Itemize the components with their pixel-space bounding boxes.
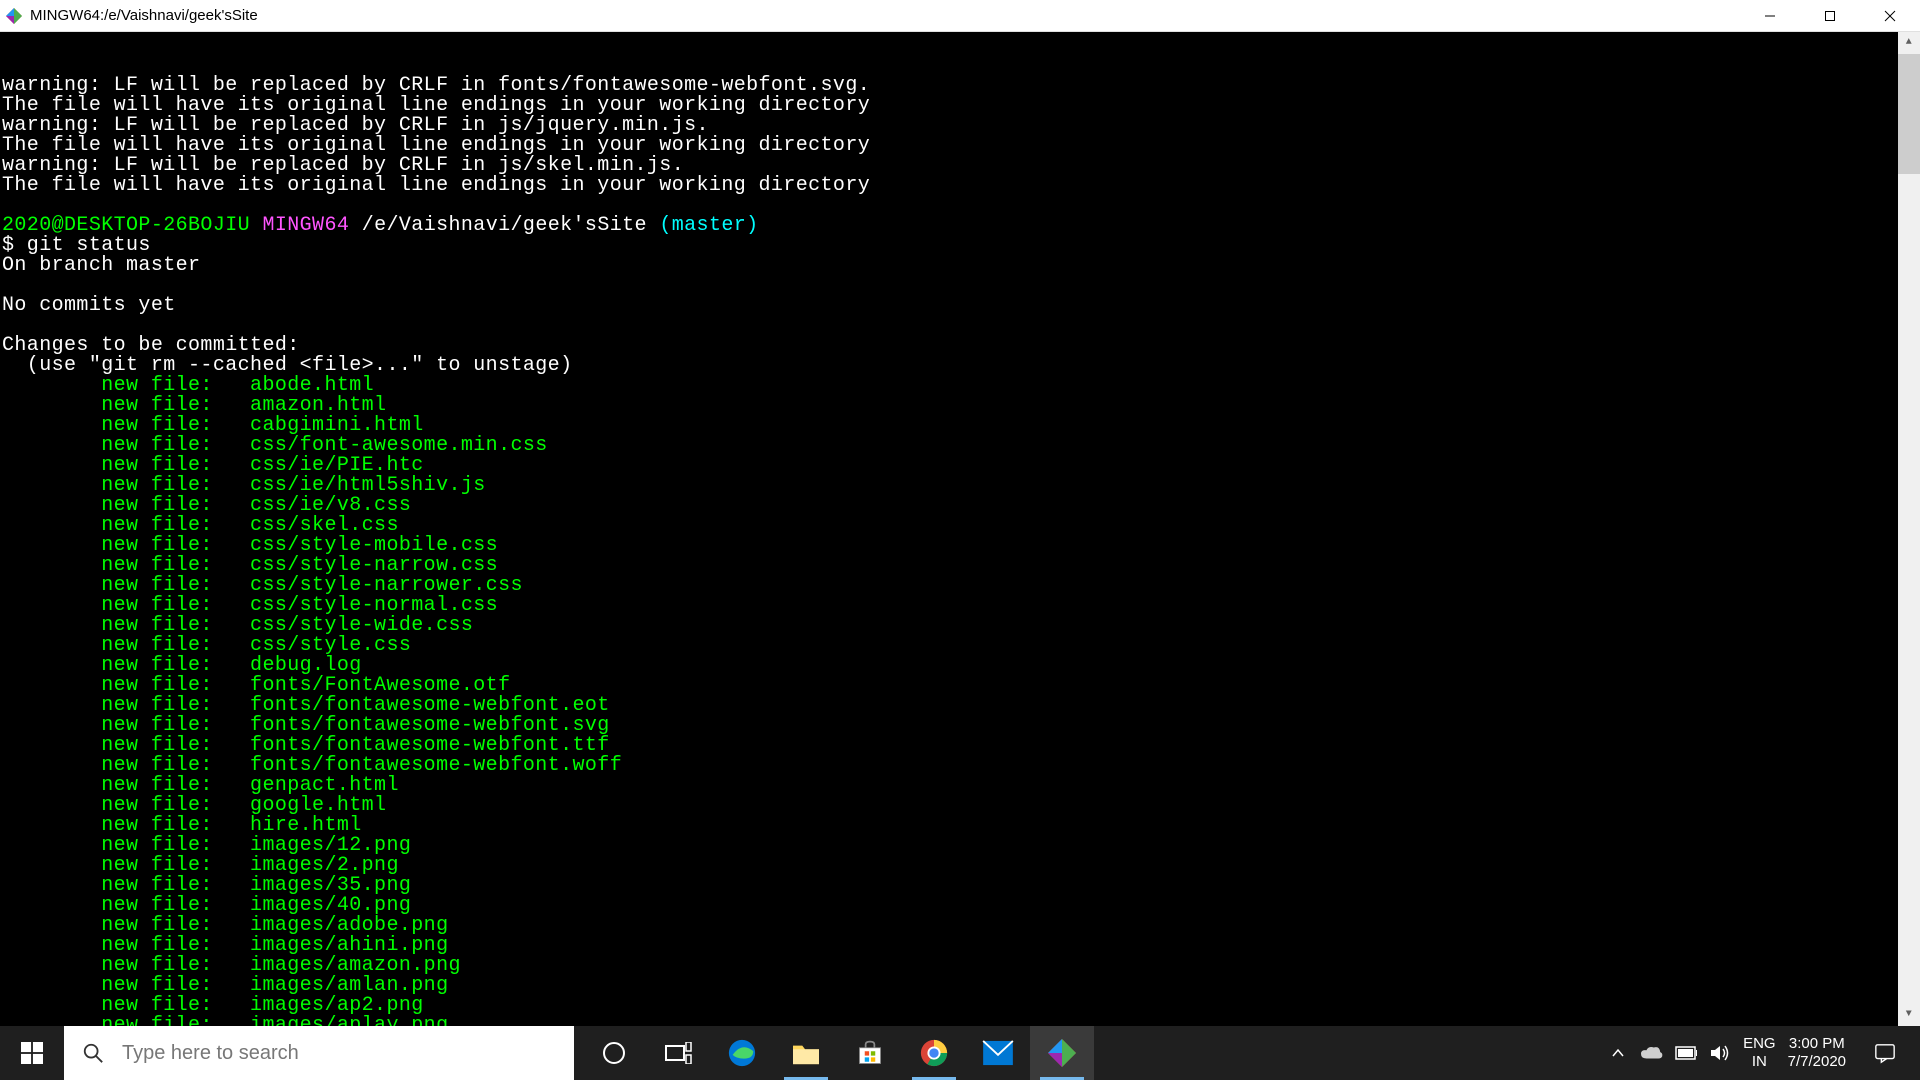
clock-time: 3:00 PM (1788, 1035, 1846, 1053)
terminal-output[interactable]: warning: LF will be replaced by CRLF in … (0, 32, 1920, 1026)
taskbar-search[interactable]: Type here to search (64, 1026, 574, 1080)
lang-secondary: IN (1743, 1053, 1776, 1071)
chrome-button[interactable] (902, 1026, 966, 1080)
taskbar-apps (582, 1026, 1094, 1080)
scroll-down-arrow[interactable]: ▼ (1898, 1004, 1920, 1026)
cortana-icon (601, 1040, 627, 1066)
file-explorer-button[interactable] (774, 1026, 838, 1080)
microsoft-store-button[interactable] (838, 1026, 902, 1080)
git-bash-icon (6, 8, 22, 24)
mail-icon (982, 1040, 1014, 1066)
scroll-up-arrow[interactable]: ▲ (1898, 32, 1920, 54)
maximize-button[interactable] (1800, 0, 1860, 32)
tray-chevron-icon[interactable] (1607, 1042, 1629, 1064)
close-button[interactable] (1860, 0, 1920, 32)
system-tray: ENG IN 3:00 PM 7/7/2020 (1607, 1026, 1920, 1080)
clock-date: 7/7/2020 (1788, 1053, 1846, 1071)
minimize-button[interactable] (1740, 0, 1800, 32)
window-title: MINGW64:/e/Vaishnavi/geek'sSite (30, 7, 258, 24)
language-indicator[interactable]: ENG IN (1743, 1035, 1776, 1071)
start-button[interactable] (0, 1026, 64, 1080)
edge-icon (727, 1038, 757, 1068)
battery-icon[interactable] (1675, 1042, 1697, 1064)
search-placeholder: Type here to search (122, 1042, 299, 1065)
git-bash-taskbar-button[interactable] (1030, 1026, 1094, 1080)
task-view-button[interactable] (646, 1026, 710, 1080)
onedrive-icon[interactable] (1641, 1042, 1663, 1064)
cortana-button[interactable] (582, 1026, 646, 1080)
windows-icon (21, 1042, 43, 1064)
window-controls (1740, 0, 1920, 32)
notifications-button[interactable] (1858, 1026, 1912, 1080)
titlebar-left: MINGW64:/e/Vaishnavi/geek'sSite (0, 7, 258, 24)
lang-primary: ENG (1743, 1035, 1776, 1053)
edge-button[interactable] (710, 1026, 774, 1080)
task-view-icon (664, 1042, 692, 1064)
windows-taskbar: Type here to search ENG IN 3:00 PM 7/7/2… (0, 1026, 1920, 1080)
scroll-thumb[interactable] (1898, 54, 1920, 174)
store-icon (856, 1039, 884, 1067)
notifications-icon (1874, 1042, 1896, 1064)
git-bash-taskbar-icon (1048, 1039, 1076, 1067)
folder-icon (791, 1040, 821, 1066)
window-titlebar: MINGW64:/e/Vaishnavi/geek'sSite (0, 0, 1920, 32)
chrome-icon (919, 1038, 949, 1068)
mail-button[interactable] (966, 1026, 1030, 1080)
vertical-scrollbar[interactable]: ▲ ▼ (1898, 32, 1920, 1026)
clock[interactable]: 3:00 PM 7/7/2020 (1788, 1035, 1846, 1071)
volume-icon[interactable] (1709, 1042, 1731, 1064)
search-icon (82, 1042, 104, 1064)
